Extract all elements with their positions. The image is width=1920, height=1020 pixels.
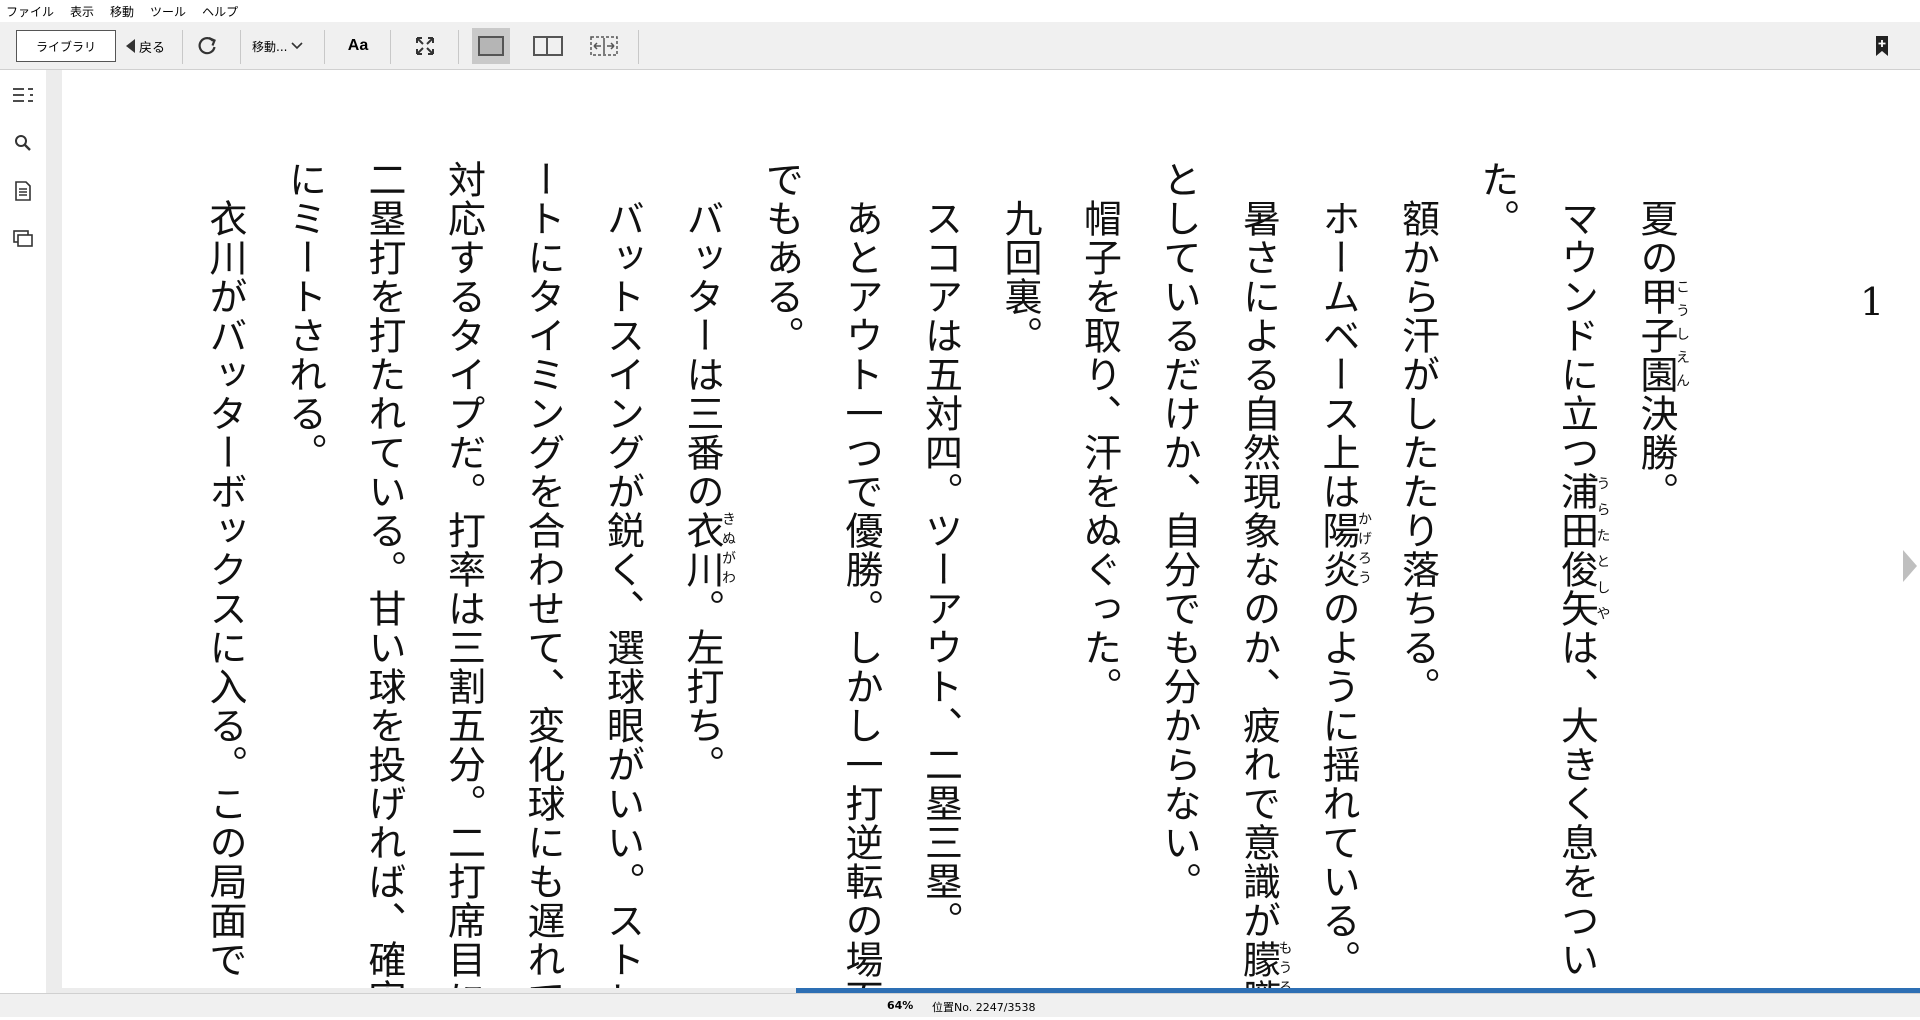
progress-percent: 64% <box>887 999 914 1012</box>
next-page-arrow-icon[interactable] <box>1903 550 1917 582</box>
paragraph: 帽子を取り、汗をぬぐった。 <box>1077 160 1122 706</box>
paragraph: 九回裏。 <box>998 160 1042 355</box>
status-bar: 64% 位置No. 2247/3538 <box>0 993 1920 1017</box>
two-page-view-button[interactable] <box>528 32 568 60</box>
toolbar-divider <box>390 30 391 64</box>
toc-icon <box>13 88 33 102</box>
vertical-text-body: 夏の甲子園こうしえん決勝。 マウンドに立つ浦田俊矢うらたとしやは、大きく息をつい… <box>185 160 1696 1020</box>
two-page-icon <box>533 36 563 56</box>
ruby-annotation: 陽炎かげろう <box>1316 511 1372 589</box>
bookmark-button[interactable] <box>1868 32 1896 60</box>
location-indicator: 位置No. 2247/3538 <box>932 1001 1036 1014</box>
paragraph: バッターは三番の衣川きぬがわ。左打ち。 <box>680 160 736 784</box>
toolbar-divider <box>458 30 459 64</box>
paragraph: 夏の甲子園こうしえん決勝。 <box>1634 160 1690 511</box>
paragraph: 暑さによる自然現象なのか、疲れで意識が朦朧もうろうとしているだけか、自分でも分か… <box>1157 160 1293 1018</box>
goto-label: 移動... <box>252 39 288 54</box>
ruby-annotation: 甲子園こうしえん <box>1634 277 1690 394</box>
notes-icon <box>15 181 31 201</box>
chevron-down-icon <box>291 42 304 50</box>
refresh-button[interactable] <box>192 32 222 60</box>
bookmark-icon <box>1876 36 1888 56</box>
single-page-view-button[interactable] <box>472 28 510 64</box>
paragraph: 額から汗がしたたり落ちる。 <box>1395 160 1440 706</box>
refresh-icon <box>198 36 216 55</box>
toolbar-divider <box>240 30 241 64</box>
toolbar-divider <box>182 30 183 64</box>
page-gutter <box>46 70 62 988</box>
fit-width-view-button[interactable] <box>584 32 624 60</box>
search-icon <box>15 135 31 151</box>
library-button[interactable]: ライブラリ <box>16 30 116 62</box>
menu-file[interactable]: ファイル <box>6 3 54 20</box>
paragraph: ホームベース上は陽炎かげろうのように揺れている。 <box>1316 160 1372 979</box>
toolbar: ライブラリ 戻る 移動... Aa <box>0 22 1920 70</box>
notes-button[interactable] <box>10 178 36 204</box>
search-button[interactable] <box>10 130 36 156</box>
paragraph: バットスイングが鋭く、選球眼がいい。ストレートにタイミングを合わせて、変化球にも… <box>282 160 645 1018</box>
back-button[interactable]: 戻る <box>126 30 165 62</box>
fullscreen-icon <box>416 37 434 55</box>
paragraph: 衣川がバッターボックスに入る。この局面で <box>203 160 247 979</box>
fit-width-icon <box>590 36 618 56</box>
menu-view[interactable]: 表示 <box>70 3 94 20</box>
toolbar-divider <box>324 30 325 64</box>
flashcards-icon <box>13 230 33 247</box>
reading-page[interactable]: 1 夏の甲子園こうしえん決勝。 マウンドに立つ浦田俊矢うらたとしやは、大きく息を… <box>62 70 1900 1018</box>
toc-button[interactable] <box>10 82 36 108</box>
back-label: 戻る <box>139 40 166 56</box>
ruby-annotation: 浦田俊矢うらたとしや <box>1554 472 1611 628</box>
goto-button[interactable]: 移動... <box>252 30 304 62</box>
ruby-annotation: 衣川きぬがわ <box>680 511 736 589</box>
toolbar-divider <box>638 30 639 64</box>
menu-go[interactable]: 移動 <box>110 3 134 20</box>
font-settings-button[interactable]: Aa <box>340 30 376 62</box>
menu-tools[interactable]: ツール <box>150 3 186 20</box>
menu-bar: ファイル 表示 移動 ツール ヘルプ <box>0 0 1920 22</box>
chapter-number: 1 <box>1860 280 1885 324</box>
back-arrow-icon <box>126 39 135 53</box>
flashcards-button[interactable] <box>10 226 36 252</box>
left-sidebar <box>0 70 46 990</box>
single-page-icon <box>478 36 504 56</box>
menu-help[interactable]: ヘルプ <box>202 3 238 20</box>
paragraph: スコアは五対四。ツーアウト、二塁三塁。 <box>918 160 963 940</box>
fullscreen-button[interactable] <box>410 32 440 60</box>
paragraph: マウンドに立つ浦田俊矢うらたとしやは、大きく息をついた。 <box>1475 160 1611 979</box>
paragraph: あとアウト一つで優勝。しかし一打逆転の場面でもある。 <box>759 160 884 1018</box>
